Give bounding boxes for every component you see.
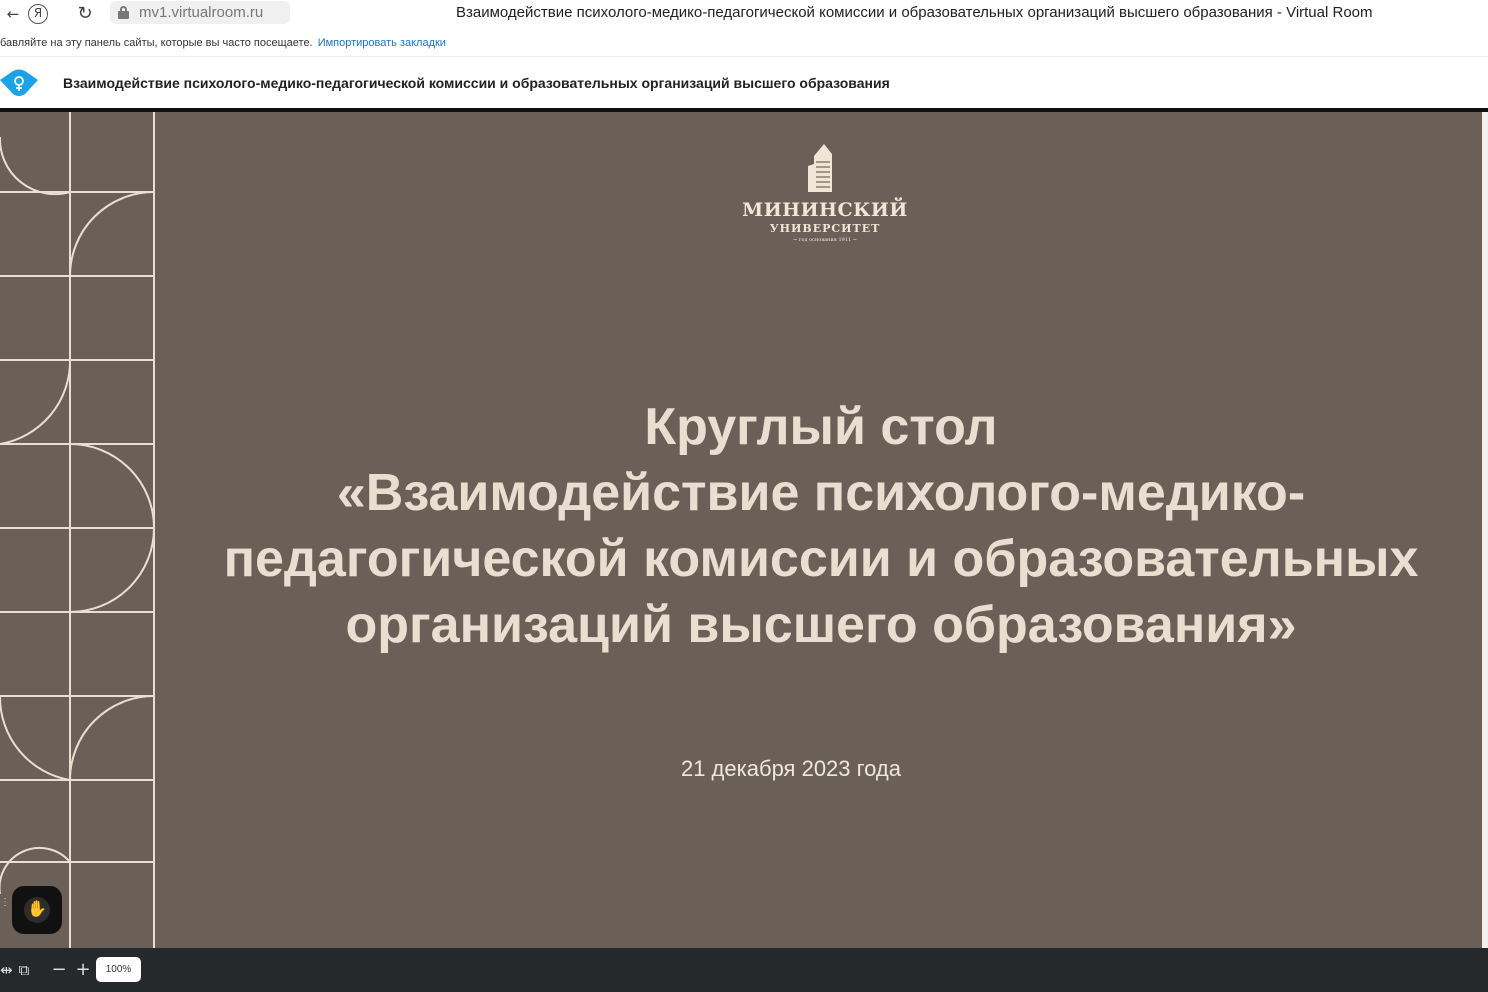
decorative-pattern: [0, 112, 156, 948]
lock-icon: [118, 6, 129, 19]
slide-heading-line: «Взаимодействие психолого-медико-: [336, 464, 1306, 522]
slide-heading-line: педагогической комиссии и образовательны…: [223, 530, 1419, 588]
presentation-toolbar: ⇹ ⧉ − + 100%: [0, 948, 1488, 992]
fit-page-icon[interactable]: ⧉: [14, 960, 34, 980]
zoom-in-button[interactable]: +: [74, 960, 92, 980]
yandex-icon[interactable]: Я: [28, 4, 48, 24]
university-name: МИНИНСКИЙ: [742, 199, 908, 221]
university-logo: МИНИНСКИЙ УНИВЕРСИТЕТ ~ год основания 19…: [740, 144, 910, 249]
slide-date: 21 декабря 2023 года: [680, 756, 902, 781]
slide-edge: [1482, 112, 1488, 948]
hand-icon: ✋: [24, 897, 50, 923]
presentation-slide: МИНИНСКИЙ УНИВЕРСИТЕТ ~ год основания 19…: [0, 112, 1482, 948]
zoom-out-button[interactable]: −: [50, 960, 68, 980]
bookmarks-bar: бавляйте на эту панель сайты, которые вы…: [0, 32, 1488, 56]
room-title: Взаимодействие психолого-медико-педагоги…: [63, 75, 890, 91]
address-bar[interactable]: mv1.virtualroom.ru: [110, 1, 290, 24]
import-bookmarks-link[interactable]: Импортировать закладки: [318, 37, 446, 49]
university-subtitle: УНИВЕРСИТЕТ: [769, 222, 881, 235]
slide-heading: Круглый стол «Взаимодействие психолого-м…: [160, 394, 1482, 658]
presentation-viewport[interactable]: МИНИНСКИЙ УНИВЕРСИТЕТ ~ год основания 19…: [0, 112, 1488, 948]
university-founded: ~ год основания 1911 ~: [793, 237, 857, 243]
zoom-level-field[interactable]: 100%: [96, 957, 141, 982]
back-icon[interactable]: ←: [0, 2, 26, 26]
virtualroom-logo-icon[interactable]: [0, 68, 38, 98]
university-tower-icon: [808, 144, 832, 192]
address-url[interactable]: mv1.virtualroom.ru: [139, 4, 263, 21]
page-tab-title: Взаимодействие психолого-медико-педагоги…: [456, 4, 1373, 21]
fit-width-icon[interactable]: ⇹: [0, 960, 13, 980]
app-header: Взаимодействие психолого-медико-педагоги…: [0, 56, 1488, 108]
slide-heading-line: организаций высшего образования»: [345, 596, 1297, 654]
slide-heading-line: Круглый стол: [644, 398, 998, 456]
bookmarks-hint: бавляйте на эту панель сайты, которые вы…: [0, 37, 313, 49]
reload-icon[interactable]: ↻: [72, 2, 98, 26]
drag-handle-icon[interactable]: ⋮: [0, 898, 10, 920]
browser-toolbar: ← Я ↻ mv1.virtualroom.ru Взаимодействие …: [0, 0, 1488, 32]
raise-hand-button[interactable]: ✋: [12, 886, 62, 934]
